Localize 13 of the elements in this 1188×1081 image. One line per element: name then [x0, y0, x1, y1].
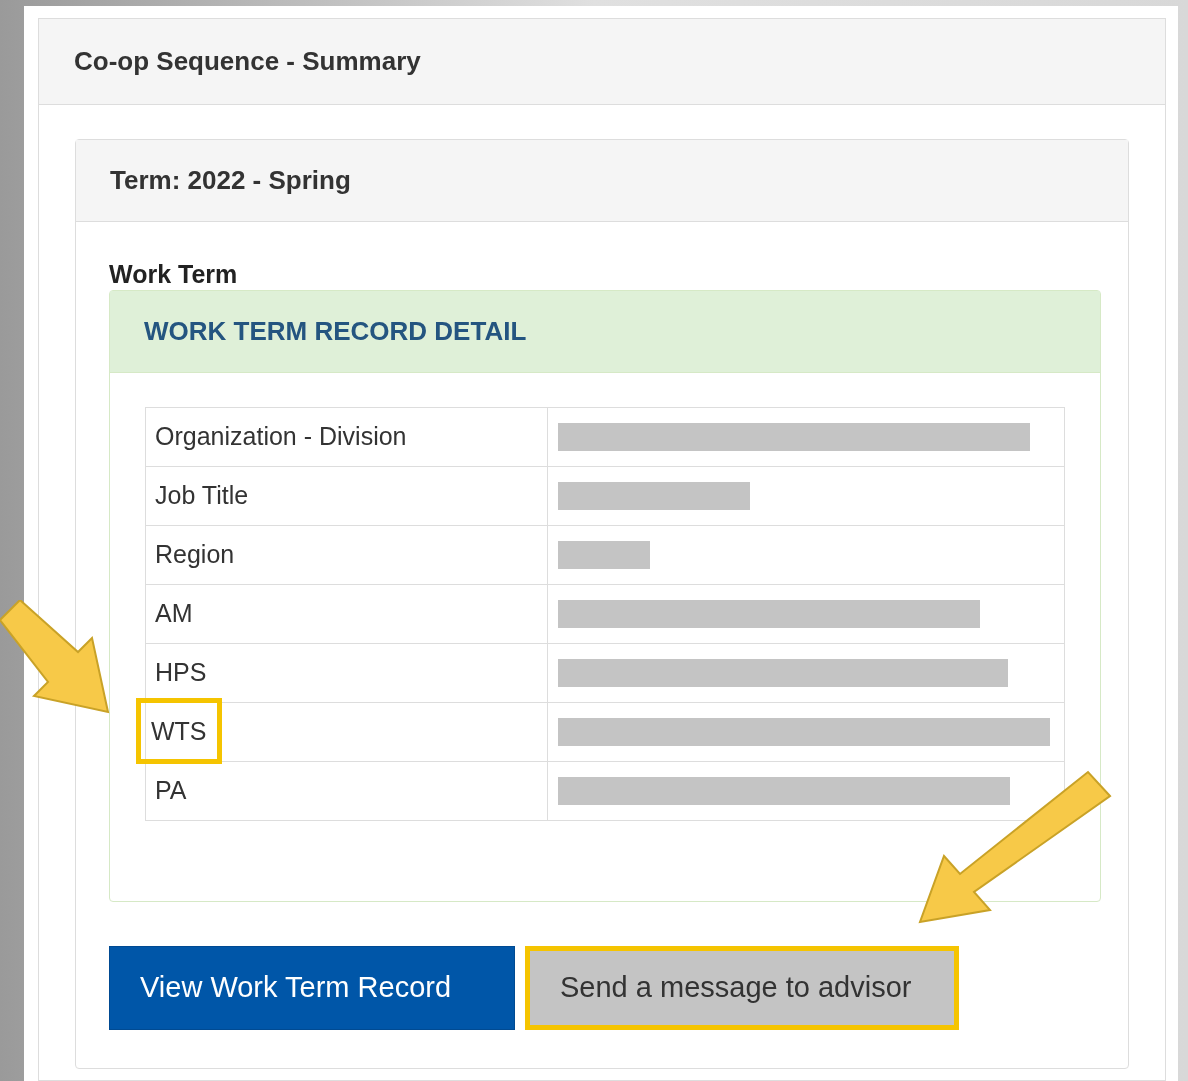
- row-label: HPS: [155, 658, 207, 687]
- record-title: WORK TERM RECORD DETAIL: [144, 315, 527, 348]
- view-record-button[interactable]: View Work Term Record: [109, 946, 515, 1030]
- row-label: Organization - Division: [155, 422, 407, 451]
- message-button[interactable]: Send a message to advisor: [525, 946, 959, 1030]
- highlighted-label: WTS: [136, 698, 222, 765]
- row-label: Region: [155, 540, 235, 569]
- panel-title: Co-op Sequence - Summary: [74, 45, 421, 78]
- row-label: AM: [155, 599, 193, 628]
- row-label: Job Title: [155, 481, 249, 510]
- section-label: Work Term: [109, 259, 239, 290]
- row-label: PA: [155, 776, 187, 805]
- term-title: Term: 2022 - Spring: [110, 164, 351, 197]
